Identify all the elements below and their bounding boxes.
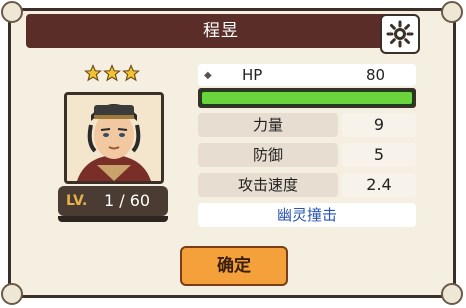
- star-rating: [84, 64, 141, 84]
- stat-label: 力量: [198, 113, 338, 137]
- level-badge: LV. 1 / 60: [58, 186, 168, 216]
- stat-label: 攻击速度: [198, 173, 338, 197]
- stat-value: 2.4: [342, 173, 416, 197]
- stat-row-attack-speed: 攻击速度 2.4: [198, 173, 416, 197]
- stat-label: 防御: [198, 143, 338, 167]
- character-portrait: [64, 92, 164, 184]
- stat-value: 9: [342, 113, 416, 137]
- level-label: LV.: [66, 193, 88, 209]
- hp-label: HP: [242, 66, 263, 84]
- bullet-icon: ◆: [204, 70, 212, 81]
- close-button[interactable]: [380, 14, 420, 54]
- hp-row: ◆ HP 80: [198, 64, 416, 86]
- star-icon: [103, 64, 121, 82]
- hp-bar-fill: [202, 92, 412, 104]
- confirm-button[interactable]: 确定: [180, 246, 288, 286]
- level-progress-track: [58, 216, 168, 222]
- stat-value: 5: [342, 143, 416, 167]
- corner-ornament: [1, 283, 23, 305]
- corner-ornament: [1, 1, 23, 23]
- character-name: 程昱: [203, 21, 239, 41]
- corner-ornament: [441, 283, 463, 305]
- level-value: 1 / 60: [104, 191, 151, 210]
- hp-value: 80: [366, 66, 386, 84]
- title-bar: 程昱: [26, 14, 416, 48]
- star-icon: [84, 64, 102, 82]
- stat-row-defense: 防御 5: [198, 143, 416, 167]
- gear-close-icon: [386, 20, 414, 48]
- stat-row-strength: 力量 9: [198, 113, 416, 137]
- skill-name[interactable]: 幽灵撞击: [198, 203, 416, 227]
- star-icon: [122, 64, 140, 82]
- corner-ornament: [441, 1, 463, 23]
- hp-bar: [198, 88, 416, 108]
